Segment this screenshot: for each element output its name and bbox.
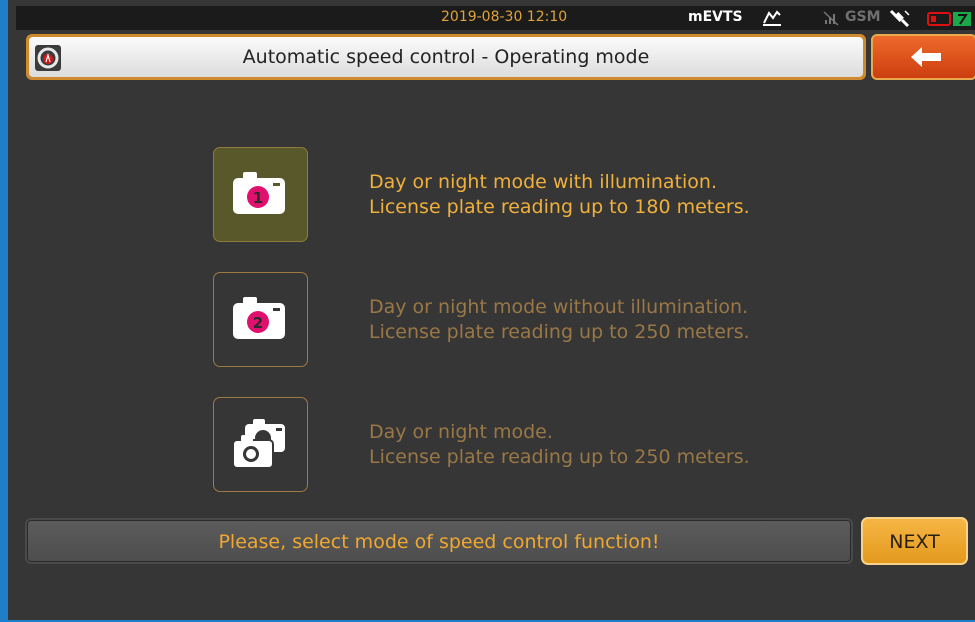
next-button-label: NEXT	[889, 531, 940, 553]
svg-text:2: 2	[253, 314, 263, 332]
no-signal-icon	[823, 11, 839, 26]
mode-1-line1: Day or night mode with illumination.	[369, 171, 718, 193]
title-bar: Automatic speed control - Operating mode	[26, 34, 866, 80]
mode-2-description[interactable]: Day or night mode without illumination. …	[369, 295, 750, 345]
page-title: Automatic speed control - Operating mode	[242, 46, 650, 68]
mode-1-button[interactable]: 1	[213, 147, 308, 242]
status-datetime: 2019-08-30 12:10	[441, 9, 568, 25]
title-bar-inner: Automatic speed control - Operating mode	[29, 37, 863, 77]
mode-1-description[interactable]: Day or night mode with illumination. Lic…	[369, 170, 750, 220]
mode-2-button[interactable]: 2	[213, 272, 308, 367]
back-button[interactable]	[871, 34, 975, 80]
status-message: Please, select mode of speed control fun…	[218, 531, 660, 553]
mode-3-description[interactable]: Day or night mode. License plate reading…	[369, 420, 750, 470]
signature-icon	[763, 10, 781, 26]
mode-2-line1: Day or night mode without illumination.	[369, 296, 749, 318]
satellite-icon	[889, 9, 910, 27]
mode-3-button[interactable]	[213, 397, 308, 492]
next-button[interactable]: NEXT	[861, 517, 968, 565]
status-app-name: mEVTS	[688, 9, 743, 25]
camera-1-icon: 1	[233, 172, 285, 214]
status-bar: 2019-08-30 12:10 mEVTS GSM	[16, 6, 975, 30]
battery-icon	[927, 12, 971, 26]
mode-3-line2: License plate reading up to 250 meters.	[369, 446, 750, 468]
svg-text:1: 1	[253, 189, 263, 207]
mode-1-line2: License plate reading up to 180 meters.	[369, 196, 750, 218]
app-frame: 2019-08-30 12:10 mEVTS GSM Automatic spe…	[0, 0, 975, 622]
mode-3-line1: Day or night mode.	[369, 421, 553, 443]
arrow-left-icon	[911, 47, 941, 67]
mode-2-line2: License plate reading up to 250 meters.	[369, 321, 750, 343]
dual-camera-icon	[232, 419, 285, 469]
message-bar: Please, select mode of speed control fun…	[25, 518, 853, 564]
gsm-status: GSM	[845, 9, 881, 25]
camera-2-icon: 2	[233, 297, 285, 339]
